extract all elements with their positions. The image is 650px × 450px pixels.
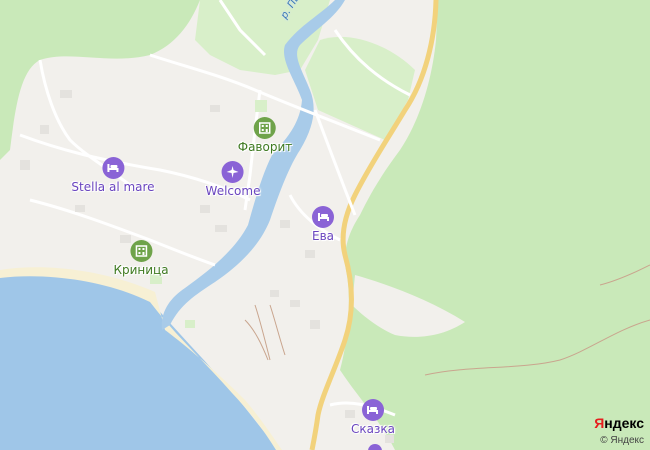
poi-welcome[interactable]: Welcome — [205, 161, 261, 198]
poi-label: Криница — [113, 263, 169, 277]
poi-favorit[interactable]: Фаворит — [237, 117, 293, 154]
poi-label: Stella al mare — [71, 180, 155, 194]
copyright-text[interactable]: © Яндекс — [600, 435, 644, 446]
logo-first-letter: Я — [594, 415, 605, 431]
yandex-logo[interactable]: Яндекс — [594, 415, 644, 431]
hotel-icon — [129, 240, 152, 262]
poi-label: Сказка — [351, 422, 395, 436]
poi-stella[interactable]: Stella al mare — [71, 157, 155, 194]
poi-label: Ева — [311, 229, 335, 243]
hotel-icon — [253, 117, 276, 139]
airplane-icon — [221, 161, 244, 183]
poi-label: Welcome — [205, 184, 261, 198]
poi-eva[interactable]: Ева — [311, 206, 335, 243]
bed-icon — [311, 206, 334, 228]
bed-icon — [362, 399, 384, 421]
poi-krinitsa[interactable]: Криница — [113, 240, 169, 277]
bed-icon — [101, 157, 124, 179]
logo-rest: ндекс — [604, 415, 644, 431]
poi-skazka[interactable]: Сказка — [351, 399, 395, 436]
poi-label: Фаворит — [237, 140, 293, 154]
map[interactable]: р. Пшада Фаворит Stella al mare Welcome … — [0, 0, 650, 450]
